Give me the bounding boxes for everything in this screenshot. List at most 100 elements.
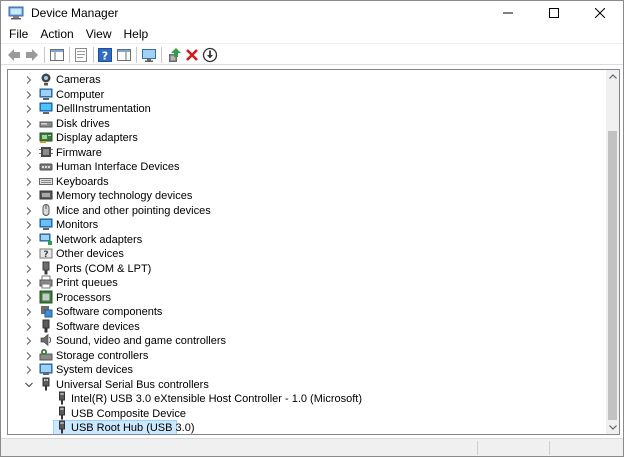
minimize-button[interactable] xyxy=(485,1,531,25)
vertical-scrollbar[interactable] xyxy=(606,70,619,434)
title-bar[interactable]: Device Manager xyxy=(1,1,623,25)
tree-category-network-adapter[interactable]: Network adapters xyxy=(8,233,606,247)
chevron-right-icon[interactable] xyxy=(24,305,34,319)
device-tree-view[interactable]: Cameras Computer DellInstrumentation Disk d… xyxy=(7,69,620,435)
chevron-right-icon[interactable] xyxy=(24,131,34,145)
tree-device-item[interactable]: USB Root Hub (USB 3.0) xyxy=(8,420,606,434)
tree-category-camera[interactable]: Cameras xyxy=(8,73,606,87)
computer-icon xyxy=(39,87,53,101)
tree-category-computer[interactable]: Computer xyxy=(8,88,606,102)
toolbar: ? xyxy=(1,43,623,65)
menu-file[interactable]: File xyxy=(3,25,34,43)
scan-hardware-changes-button[interactable] xyxy=(140,46,158,64)
chevron-right-icon[interactable] xyxy=(24,146,34,160)
chevron-right-icon[interactable] xyxy=(24,276,34,290)
chevron-right-icon[interactable] xyxy=(24,291,34,305)
tree-category-printer[interactable]: Print queues xyxy=(8,275,606,290)
tree-category-software-device[interactable]: Software devices xyxy=(8,319,606,334)
scroll-up-button[interactable] xyxy=(606,70,619,83)
tree-item-label: DellInstrumentation xyxy=(56,103,151,115)
software-device-icon xyxy=(39,319,53,333)
disable-device-button[interactable] xyxy=(201,46,219,64)
scan-hardware-changes-icon xyxy=(142,49,156,62)
chevron-right-icon[interactable] xyxy=(24,247,34,261)
tree-item-label: Software components xyxy=(56,306,163,318)
mouse-icon xyxy=(39,203,53,217)
uninstall-device-icon xyxy=(186,49,198,61)
tree-item-label: Storage controllers xyxy=(56,349,149,362)
usb-plug-icon xyxy=(55,420,69,434)
chevron-down-icon xyxy=(608,425,617,430)
menu-bar: File Action View Help xyxy=(1,25,623,43)
menu-view[interactable]: View xyxy=(80,25,118,43)
tree-category-disk-drive[interactable]: Disk drives xyxy=(8,117,606,131)
uninstall-device-button[interactable] xyxy=(183,46,201,64)
chevron-right-icon[interactable] xyxy=(24,204,34,218)
chevron-right-icon[interactable] xyxy=(24,175,34,189)
tree-category-firmware[interactable]: Firmware xyxy=(8,146,606,160)
chevron-right-icon[interactable] xyxy=(24,320,34,334)
tree-item-label: Software devices xyxy=(56,320,140,333)
chevron-right-icon[interactable] xyxy=(24,218,34,232)
chevron-right-icon[interactable] xyxy=(24,189,34,203)
device-manager-window: Device Manager File Action View Help ? C… xyxy=(0,0,624,457)
properties-button[interactable] xyxy=(72,46,90,64)
action-pane-icon xyxy=(117,49,131,61)
tree-category-keyboard[interactable]: Keyboards xyxy=(8,175,606,189)
tree-category-monitor[interactable]: Monitors xyxy=(8,218,606,232)
tree-category-port[interactable]: Ports (COM & LPT) xyxy=(8,261,606,276)
tree-category-processor[interactable]: Processors xyxy=(8,290,606,305)
chevron-down-icon[interactable] xyxy=(24,378,34,392)
tree-category-memory[interactable]: Memory technology devices xyxy=(8,189,606,203)
processor-icon xyxy=(39,290,53,304)
menu-action[interactable]: Action xyxy=(34,25,79,43)
monitor-icon xyxy=(39,217,53,231)
chevron-right-icon[interactable] xyxy=(24,334,34,348)
show-hide-console-tree-button[interactable] xyxy=(48,46,66,64)
back-icon xyxy=(8,49,20,61)
device-tree: Cameras Computer DellInstrumentation Disk d… xyxy=(8,70,606,434)
tree-device-item[interactable]: Intel(R) USB 3.0 eXtensible Host Control… xyxy=(8,391,606,406)
chevron-right-icon[interactable] xyxy=(24,262,34,276)
help-button[interactable]: ? xyxy=(96,46,114,64)
port-icon xyxy=(39,261,53,275)
tree-category-display-adapter[interactable]: Display adapters xyxy=(8,131,606,145)
menu-help[interactable]: Help xyxy=(118,25,155,43)
close-button[interactable] xyxy=(577,1,623,25)
chevron-right-icon[interactable] xyxy=(24,73,34,87)
chevron-right-icon[interactable] xyxy=(24,233,34,247)
tree-category-other-devices[interactable]: ? Other devices xyxy=(8,247,606,261)
tree-category-software-component[interactable]: Software components xyxy=(8,305,606,319)
tree-category-sound[interactable]: Sound, video and game controllers xyxy=(8,333,606,348)
action-pane-button[interactable] xyxy=(115,46,133,64)
tree-item-label: Print queues xyxy=(56,277,118,289)
chevron-right-icon[interactable] xyxy=(24,349,34,363)
tree-category-monitor-device[interactable]: DellInstrumentation xyxy=(8,102,606,116)
chevron-right-icon[interactable] xyxy=(24,88,34,102)
tree-category-usb-controller[interactable]: Universal Serial Bus controllers xyxy=(8,377,606,392)
tree-category-mouse[interactable]: Mice and other pointing devices xyxy=(8,203,606,218)
status-bar-divider xyxy=(549,441,550,455)
back-button[interactable] xyxy=(5,46,23,64)
chevron-right-icon[interactable] xyxy=(24,102,34,116)
tree-item-label: Ports (COM & LPT) xyxy=(56,262,152,275)
tree-item-label: Mice and other pointing devices xyxy=(56,204,211,217)
tree-device-item[interactable]: USB Composite Device xyxy=(8,406,606,421)
device-manager-app-icon xyxy=(8,6,24,20)
scroll-down-button[interactable] xyxy=(606,421,619,434)
forward-button[interactable] xyxy=(23,46,41,64)
scrollbar-thumb[interactable] xyxy=(608,131,617,420)
tree-category-system-devices[interactable]: System devices xyxy=(8,363,606,377)
tree-category-hid[interactable]: Human Interface Devices xyxy=(8,160,606,174)
tree-item-label: Network adapters xyxy=(56,233,143,246)
tree-category-storage-controller[interactable]: Storage controllers xyxy=(8,348,606,363)
sound-icon xyxy=(39,333,53,347)
chevron-right-icon[interactable] xyxy=(24,160,34,174)
software-component-icon xyxy=(39,304,53,318)
window-title: Device Manager xyxy=(31,6,119,20)
chevron-right-icon[interactable] xyxy=(24,117,34,131)
tree-item-label: Firmware xyxy=(56,146,102,159)
update-driver-button[interactable] xyxy=(165,46,183,64)
chevron-right-icon[interactable] xyxy=(24,363,34,377)
maximize-button[interactable] xyxy=(531,1,577,25)
